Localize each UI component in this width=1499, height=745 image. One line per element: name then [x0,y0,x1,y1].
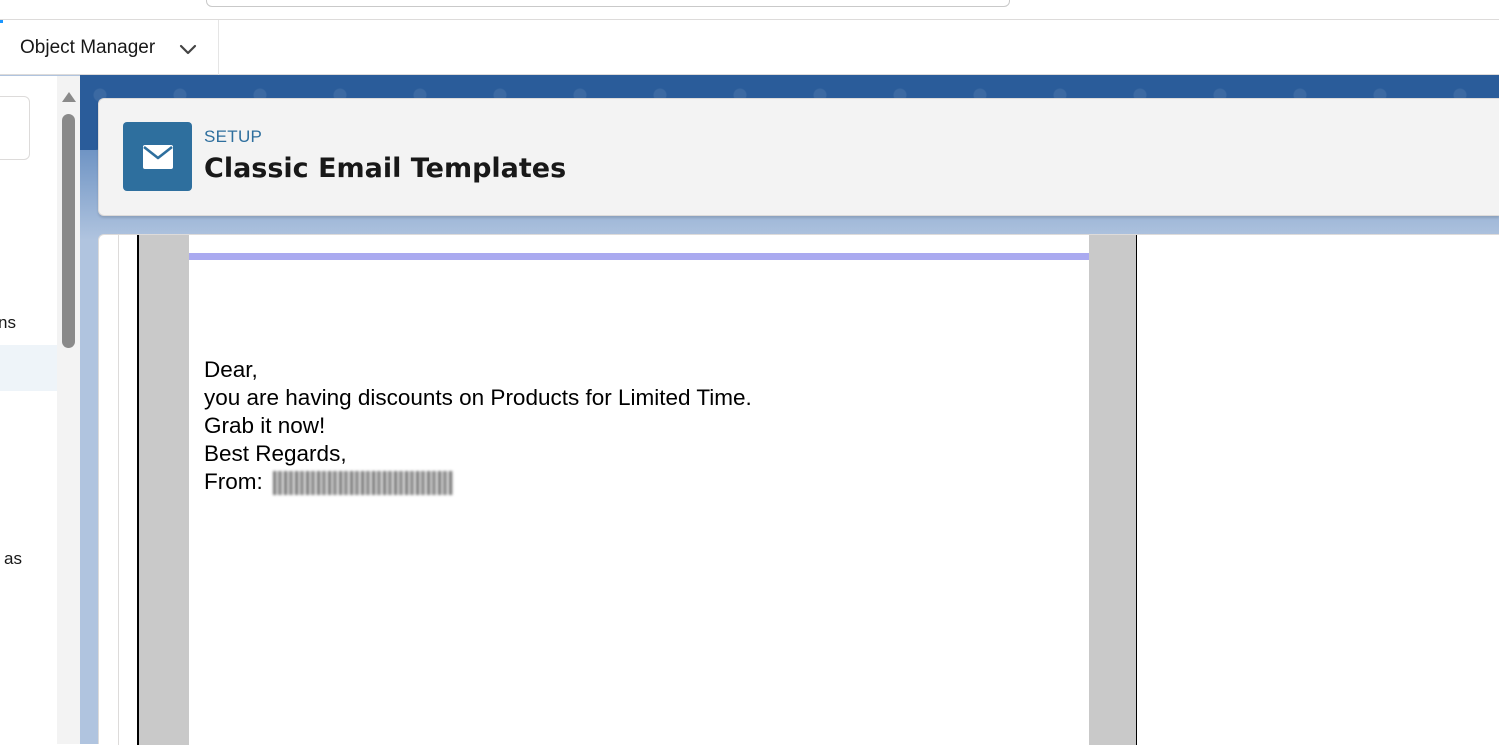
sidebar-item-partial[interactable]: ns [0,313,16,333]
page-header: SETUP Classic Email Templates [98,98,1499,216]
setup-nav-bar: Object Manager [0,20,1499,75]
email-header-accent-bar [189,253,1089,260]
email-line: Best Regards, [204,441,347,466]
email-body: Dear, you are having discounts on Produc… [189,235,1089,745]
email-from-label: From: [204,469,263,494]
object-manager-label: Object Manager [20,36,156,58]
email-from-line: From: [204,468,752,496]
envelope-icon [123,122,192,191]
object-manager-tab[interactable]: Object Manager [0,20,219,75]
email-line: Dear, [204,357,258,382]
page-eyebrow: SETUP [204,127,263,146]
quick-find-input[interactable] [0,96,30,160]
top-strip [0,0,1499,20]
redacted-sender-name [273,471,454,496]
email-preview-frame: Dear, you are having discounts on Produc… [137,235,1137,745]
sidebar-item-partial[interactable]: as [4,549,22,569]
content-divider [118,235,119,745]
sidebar-item-selected[interactable] [0,345,57,391]
page-title: Classic Email Templates [204,153,567,184]
setup-sidebar: ns as [0,76,80,744]
template-content-card: Dear, you are having discounts on Produc… [98,234,1499,745]
scroll-up-arrow-icon[interactable] [62,92,76,102]
global-search-input[interactable] [206,0,1010,7]
email-line: Grab it now! [204,413,326,438]
scrollbar-thumb[interactable] [62,114,75,348]
chevron-down-icon[interactable] [178,39,198,59]
email-line: you are having discounts on Products for… [204,385,752,410]
email-text: Dear, you are having discounts on Produc… [204,356,752,496]
